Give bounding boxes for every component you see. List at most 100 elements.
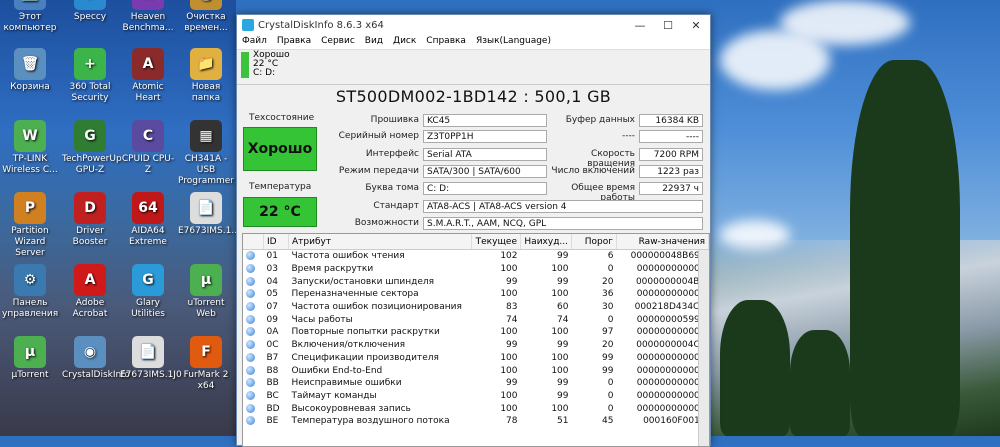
driver-booster-shortcut[interactable]: D Driver Booster	[62, 192, 118, 248]
control-panel-shortcut[interactable]: ⚙ Панель управления	[2, 264, 58, 320]
smart-attributes-table[interactable]: ID Атрибут Текущее Наихуд... Порог Raw-з…	[242, 233, 710, 447]
folder-shortcut[interactable]: 📁 Новая папка	[178, 48, 234, 104]
temperature-button[interactable]: 22 °C	[243, 197, 317, 227]
letter-value: C: D:	[423, 182, 547, 195]
status-dot-icon	[246, 378, 255, 388]
shortcut-label: 360 Total Security	[69, 82, 111, 103]
id-cell: 05	[266, 289, 278, 300]
raw-column-header[interactable]: Raw-значения	[616, 234, 709, 250]
table-row[interactable]: B8 Ошибки End-to-End 100 100 99 000000000000	[243, 364, 709, 377]
current-cell: 100	[500, 289, 518, 300]
power-count-label: Число включений	[551, 166, 635, 176]
worst-cell: 99	[557, 340, 569, 351]
close-button[interactable]: ✕	[682, 15, 710, 35]
worst-cell: 99	[557, 390, 569, 401]
table-row[interactable]: BC Таймаут команды 100 99 0 000000000003	[243, 390, 709, 403]
360-security-shortcut[interactable]: +360 Total Security	[62, 48, 118, 104]
health-status-button[interactable]: Хорошо	[243, 127, 317, 171]
table-row[interactable]: 0C Включения/отключения 99 99 20 0000000004C7	[243, 339, 709, 352]
menu-service[interactable]: Сервис	[316, 35, 360, 49]
table-row[interactable]: 09 Часы работы 74 74 0 000000005999	[243, 313, 709, 326]
menu-file[interactable]: Файл	[237, 35, 272, 49]
drive-bar: Хорошо 22 °C C: D:	[237, 50, 710, 85]
title-bar[interactable]: CrystalDiskInfo 8.6.3 x64 — ☐ ✕	[237, 15, 710, 35]
status-dot-icon	[246, 327, 255, 337]
minimize-button[interactable]: —	[626, 15, 654, 35]
id-cell: BC	[266, 390, 279, 401]
chip-shortcut[interactable]: ▦ CH341A - USB Programmer	[178, 120, 234, 187]
current-cell: 100	[500, 390, 518, 401]
status-cell	[243, 313, 264, 326]
table-row[interactable]: 01 Частота ошибок чтения 102 99 6 000000048B6…	[243, 250, 709, 263]
cpuz-icon: C	[132, 120, 164, 152]
crystaldiskinfo-shortcut[interactable]: ◉ CrystalDiskInfo	[62, 336, 130, 381]
attribute-cell: Включения/отключения	[291, 340, 406, 351]
shortcut-label: Очистка времен...	[184, 12, 228, 33]
current-column-header[interactable]: Текущее	[471, 234, 521, 250]
file-shortcut[interactable]: 📄 E7673IMS.1J0	[120, 336, 182, 381]
threshold-cell: 20	[602, 340, 614, 351]
status-cell	[243, 326, 264, 339]
speccy-shortcut[interactable]: S Speccy	[62, 0, 118, 23]
shortcut-label: Driver Booster	[72, 226, 108, 247]
table-row[interactable]: BE Температура воздушного потока 78 51 45 000…	[243, 415, 709, 428]
utorrent-shortcut[interactable]: µ µTorrent	[2, 336, 58, 381]
partition-wizard-icon: P	[14, 192, 46, 224]
tplink-shortcut[interactable]: W TP-LINK Wireless C...	[2, 120, 58, 176]
attribute-column-header[interactable]: Атрибут	[288, 234, 472, 250]
acrobat-shortcut[interactable]: A Adobe Acrobat	[62, 264, 118, 320]
status-dot-icon	[246, 365, 255, 375]
tree	[790, 330, 850, 436]
blank-label: ----	[622, 131, 635, 141]
utorrent-web-shortcut[interactable]: µ uTorrent Web	[178, 264, 234, 320]
cleanup-shortcut[interactable]: 🗑 Очистка времен...	[178, 0, 234, 34]
table-row[interactable]: BD Высокоуровневая запись 100 100 0 000000000…	[243, 402, 709, 415]
status-cell	[243, 301, 264, 314]
table-row[interactable]: 07 Частота ошибок позиционирования 83 60 30 0…	[243, 301, 709, 314]
shortcut-label: uTorrent Web	[187, 298, 225, 319]
cpuz-shortcut[interactable]: C CPUID CPU-Z	[120, 120, 176, 176]
table-row[interactable]: 05 Переназначенные сектора 100 100 36 0000000…	[243, 288, 709, 301]
furmark-shortcut[interactable]: F FurMark 2 x64	[178, 336, 234, 392]
raw-cell: 000000000000	[636, 289, 706, 300]
attribute-cell: Спецификации производителя	[291, 352, 439, 363]
table-row[interactable]: 0A Повторные попытки раскрутки 100 100 97 000…	[243, 326, 709, 339]
shortcut-label: Heaven Benchma...	[122, 12, 174, 33]
shortcut-label: µTorrent	[11, 370, 49, 380]
id-column-header[interactable]: ID	[263, 234, 289, 250]
drive-selector[interactable]: Хорошо 22 °C C: D:	[239, 50, 303, 81]
table-row[interactable]: 04 Запуски/остановки шпинделя 99 99 20 000000…	[243, 275, 709, 288]
table-row[interactable]: 03 Время раскрутки 100 100 0 000000000000	[243, 263, 709, 276]
raw-cell: 000000000000	[636, 352, 706, 363]
table-row[interactable]: BB Неисправимые ошибки 99 99 0 000000000001	[243, 377, 709, 390]
worst-column-header[interactable]: Наихуд...	[520, 234, 572, 250]
id-cell: B8	[266, 365, 279, 376]
gpuz-shortcut[interactable]: G TechPowerUp GPU-Z	[62, 120, 122, 176]
partition-wizard-shortcut[interactable]: P Partition Wizard Server	[2, 192, 58, 259]
raw-cell: 000000000000	[636, 264, 706, 275]
atomic-heart-shortcut[interactable]: A Atomic Heart	[120, 48, 176, 104]
serial-label: Серийный номер	[338, 131, 419, 141]
maximize-button[interactable]: ☐	[654, 15, 682, 35]
menu-disk[interactable]: Диск	[388, 35, 421, 49]
table-row[interactable]: B7 Спецификации производителя 100 100 99 0000…	[243, 352, 709, 365]
menu-edit[interactable]: Правка	[272, 35, 316, 49]
table-scrollbar[interactable]	[698, 250, 709, 446]
menu-language[interactable]: Язык(Language)	[471, 35, 556, 49]
file-shortcut[interactable]: 📄 E7673IMS.1...	[178, 192, 240, 237]
threshold-column-header[interactable]: Порог	[571, 234, 617, 250]
recycle-bin-shortcut[interactable]: 🗑 Корзина	[2, 48, 58, 93]
folder-icon: 📁	[190, 48, 222, 80]
computer-shortcut[interactable]: 💻 Этот компьютер	[2, 0, 58, 34]
crystaldiskinfo-window[interactable]: CrystalDiskInfo 8.6.3 x64 — ☐ ✕ Файл Пра…	[236, 14, 711, 447]
status-cell	[243, 402, 264, 415]
status-cell	[243, 415, 264, 428]
shortcut-label: Adobe Acrobat	[72, 298, 108, 319]
aida64-shortcut[interactable]: 64 AIDA64 Extreme	[120, 192, 176, 248]
worst-cell: 100	[551, 327, 569, 338]
glary-shortcut[interactable]: G Glary Utilities	[120, 264, 176, 320]
heaven-shortcut[interactable]: H Heaven Benchma...	[120, 0, 176, 34]
menu-view[interactable]: Вид	[360, 35, 388, 49]
menu-help[interactable]: Справка	[421, 35, 471, 49]
current-cell: 100	[500, 327, 518, 338]
